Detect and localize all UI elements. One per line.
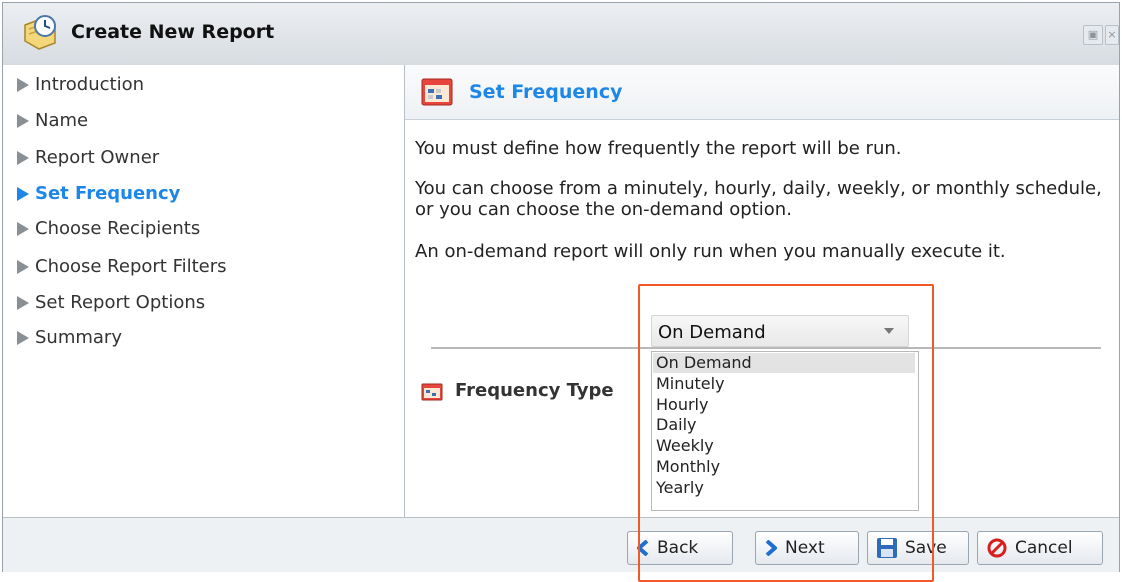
- nav-item-report-owner[interactable]: Report Owner: [17, 142, 159, 172]
- cancel-icon: [987, 538, 1007, 558]
- calendar-icon: [421, 383, 443, 401]
- nav-item-choose-recipients[interactable]: Choose Recipients: [17, 213, 200, 243]
- triangle-right-icon: [17, 330, 29, 345]
- nav-item-label: Choose Report Filters: [35, 255, 227, 277]
- cancel-label: Cancel: [1015, 538, 1073, 558]
- step-header: Set Frequency: [405, 65, 1119, 120]
- title-bar[interactable]: Create New Report ▣ ×: [3, 3, 1119, 66]
- nav-item-label: Set Frequency: [35, 182, 181, 204]
- nav-item-introduction[interactable]: Introduction: [17, 69, 144, 99]
- triangle-right-icon: [17, 295, 29, 310]
- nav-item-label: Set Report Options: [35, 291, 206, 313]
- close-icon[interactable]: ×: [1105, 25, 1119, 45]
- window-title: Create New Report: [71, 21, 275, 43]
- report-wizard-icon: [24, 15, 56, 50]
- nav-item-label: Report Owner: [35, 146, 160, 168]
- triangle-right-icon: [17, 77, 29, 92]
- highlight-box: [638, 284, 934, 582]
- step-title: Set Frequency: [469, 81, 623, 103]
- triangle-right-icon: [17, 150, 29, 165]
- wizard-step-nav: Introduction Name Report Owner Set Frequ…: [3, 65, 405, 517]
- nav-item-label: Name: [35, 109, 89, 131]
- description-text: You must define how frequently the repor…: [415, 138, 902, 159]
- description-text: An on-demand report will only run when y…: [415, 241, 1006, 262]
- nav-item-label: Introduction: [35, 73, 145, 95]
- triangle-right-icon: [17, 186, 29, 201]
- nav-item-label: Summary: [35, 326, 122, 348]
- nav-item-label: Choose Recipients: [35, 217, 201, 239]
- cancel-button[interactable]: Cancel: [977, 531, 1103, 565]
- create-report-dialog: Create New Report ▣ × Introduction Name …: [2, 2, 1120, 582]
- nav-item-set-frequency[interactable]: Set Frequency: [17, 178, 180, 208]
- nav-item-summary[interactable]: Summary: [17, 322, 122, 352]
- description-text: You can choose from a minutely, hourly, …: [415, 178, 1102, 220]
- triangle-right-icon: [17, 113, 29, 128]
- wizard-footer: Back Next Save Cancel: [3, 517, 1119, 572]
- nav-item-name[interactable]: Name: [17, 105, 88, 135]
- calendar-icon: [421, 78, 453, 106]
- nav-item-set-report-options[interactable]: Set Report Options: [17, 287, 205, 317]
- triangle-right-icon: [17, 221, 29, 236]
- step-panel: Set Frequency You must define how freque…: [405, 65, 1119, 582]
- frequency-type-label: Frequency Type: [455, 380, 614, 401]
- triangle-right-icon: [17, 259, 29, 274]
- restore-icon[interactable]: ▣: [1083, 25, 1103, 45]
- nav-item-choose-report-filters[interactable]: Choose Report Filters: [17, 251, 227, 281]
